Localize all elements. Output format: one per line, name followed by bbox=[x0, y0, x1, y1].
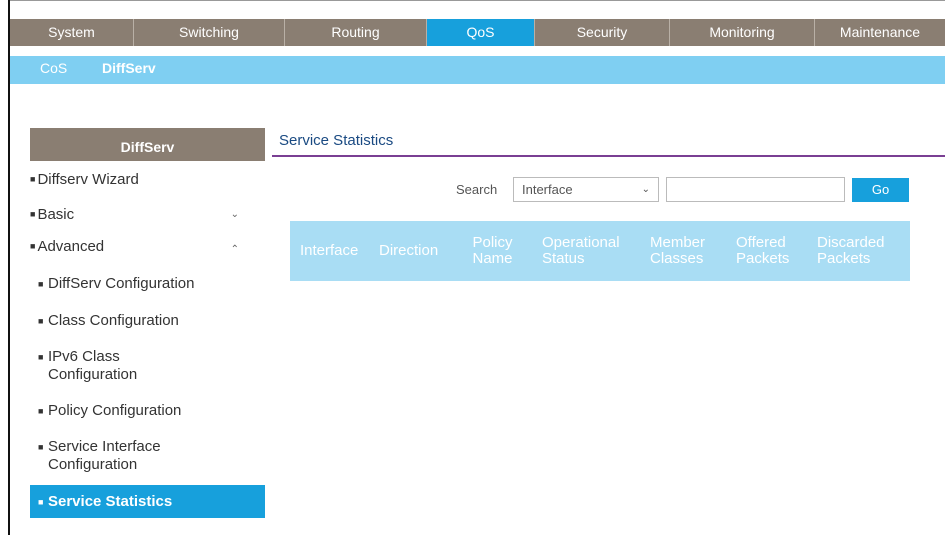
sidebar-subitem-label: Class Configuration bbox=[48, 312, 179, 329]
bullet-icon: ■ bbox=[38, 442, 44, 452]
sub-nav: CoS DiffServ bbox=[10, 56, 945, 84]
bullet-icon: ■ bbox=[38, 497, 44, 507]
tab-maintenance[interactable]: Maintenance bbox=[815, 19, 945, 46]
search-field-value: Interface bbox=[522, 182, 573, 197]
column-header-discarded-packets[interactable]: Discarded Packets bbox=[817, 221, 902, 281]
bullet-icon: ■ bbox=[30, 174, 36, 184]
sidebar-item-label: Diffserv Wizard bbox=[37, 171, 139, 188]
sidebar-subitem-label: DiffServ Configuration bbox=[48, 275, 195, 292]
bullet-icon: ■ bbox=[38, 352, 44, 362]
bullet-icon: ■ bbox=[38, 406, 44, 416]
subnav-diffserv[interactable]: DiffServ bbox=[102, 56, 156, 84]
chevron-down-icon: ⌄ bbox=[641, 184, 650, 195]
sidebar-subitem-ipv6-class-configuration[interactable]: ■ IPv6 Class Configuration bbox=[30, 348, 265, 386]
bullet-icon: ■ bbox=[38, 279, 44, 289]
tab-qos[interactable]: QoS bbox=[427, 19, 535, 46]
search-input[interactable] bbox=[666, 177, 845, 202]
chevron-down-icon: ⌄ bbox=[230, 209, 239, 220]
sidebar-subitem-label: Service Statistics bbox=[48, 493, 173, 510]
sidebar-subitem-class-configuration[interactable]: ■ Class Configuration bbox=[30, 312, 265, 332]
tab-security[interactable]: Security bbox=[535, 19, 670, 46]
subnav-cos[interactable]: CoS bbox=[40, 56, 67, 84]
sidebar-item-diffserv-wizard[interactable]: ■ Diffserv Wizard bbox=[30, 171, 265, 188]
tab-system[interactable]: System bbox=[10, 19, 134, 46]
sidebar-subitem-label: Policy Configuration bbox=[48, 402, 182, 419]
sidebar-item-basic[interactable]: ■ Basic ⌄ bbox=[30, 206, 265, 223]
column-header-operational-status[interactable]: Operational Status bbox=[542, 221, 637, 281]
sidebar-subitem-label: IPv6 Class Configuration bbox=[48, 348, 138, 383]
sidebar-item-advanced[interactable]: ■ Advanced ⌃ bbox=[30, 238, 265, 255]
sidebar-subitem-policy-configuration[interactable]: ■ Policy Configuration bbox=[30, 402, 265, 422]
tab-routing[interactable]: Routing bbox=[285, 19, 427, 46]
chevron-up-icon: ⌃ bbox=[230, 244, 239, 255]
sidebar-subitem-service-statistics[interactable]: ■ Service Statistics bbox=[30, 485, 265, 518]
column-header-interface[interactable]: Interface bbox=[300, 221, 370, 281]
top-nav: System Switching Routing QoS Security Mo… bbox=[10, 19, 945, 46]
column-header-member-classes[interactable]: Member Classes bbox=[650, 221, 712, 281]
sidebar-subitem-service-interface-configuration[interactable]: ■ Service Interface Configuration bbox=[30, 438, 265, 476]
column-header-offered-packets[interactable]: Offered Packets bbox=[736, 221, 796, 281]
page-title: Service Statistics bbox=[279, 132, 394, 149]
window-top-border bbox=[8, 0, 945, 1]
sidebar-subitem-diffserv-configuration[interactable]: ■ DiffServ Configuration bbox=[30, 275, 265, 295]
sidebar-item-label: Basic bbox=[37, 206, 75, 223]
bullet-icon: ■ bbox=[38, 316, 44, 326]
search-label: Search bbox=[456, 182, 498, 197]
column-header-direction[interactable]: Direction bbox=[379, 221, 454, 281]
bullet-icon: ■ bbox=[30, 241, 36, 251]
bullet-icon: ■ bbox=[30, 209, 36, 219]
go-button[interactable]: Go bbox=[852, 178, 909, 202]
title-underline bbox=[272, 155, 945, 157]
tab-switching[interactable]: Switching bbox=[134, 19, 285, 46]
tab-monitoring[interactable]: Monitoring bbox=[670, 19, 815, 46]
sidebar-title: DiffServ bbox=[30, 128, 265, 161]
sidebar-item-label: Advanced bbox=[37, 238, 105, 255]
column-header-policy-name[interactable]: Policy Name bbox=[470, 221, 515, 281]
statistics-table-header: Interface Direction Policy Name Operatio… bbox=[290, 221, 910, 281]
sidebar-subitem-label: Service Interface Configuration bbox=[48, 438, 161, 473]
search-field-select[interactable]: Interface ⌄ bbox=[513, 177, 659, 202]
